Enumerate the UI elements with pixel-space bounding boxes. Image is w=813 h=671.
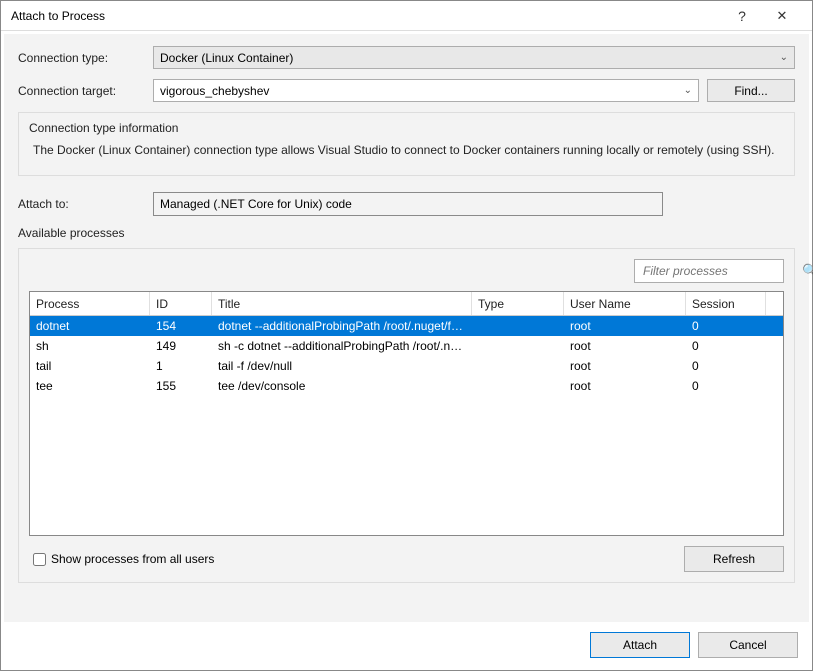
td-process: dotnet (30, 319, 150, 333)
td-session: 0 (686, 339, 766, 353)
td-process: sh (30, 339, 150, 353)
close-icon[interactable]: ✕ (762, 8, 802, 24)
td-user: root (564, 339, 686, 353)
filter-row: 🔍 ▾ (29, 259, 784, 283)
td-session: 0 (686, 359, 766, 373)
td-process: tee (30, 379, 150, 393)
show-all-users-label: Show processes from all users (51, 552, 214, 566)
attach-button[interactable]: Attach (590, 632, 690, 658)
td-id: 1 (150, 359, 212, 373)
dialog-content: Connection type: Docker (Linux Container… (3, 33, 810, 623)
table-body: dotnet154dotnet --additionalProbingPath … (30, 316, 783, 396)
connection-type-row: Connection type: Docker (Linux Container… (18, 46, 795, 69)
th-session[interactable]: Session (686, 292, 766, 315)
connection-target-value: vigorous_chebyshev (160, 84, 684, 98)
td-id: 155 (150, 379, 212, 393)
dialog-title: Attach to Process (11, 9, 722, 23)
th-process[interactable]: Process (30, 292, 150, 315)
td-id: 149 (150, 339, 212, 353)
table-row[interactable]: sh149sh -c dotnet --additionalProbingPat… (30, 336, 783, 356)
refresh-button[interactable]: Refresh (684, 546, 784, 572)
td-user: root (564, 379, 686, 393)
find-button[interactable]: Find... (707, 79, 795, 102)
processes-group: 🔍 ▾ Process ID Title Type User Name Sess… (18, 248, 795, 583)
td-process: tail (30, 359, 150, 373)
td-title: tail -f /dev/null (212, 359, 472, 373)
td-session: 0 (686, 319, 766, 333)
connection-target-label: Connection target: (18, 84, 153, 98)
td-title: tee /dev/console (212, 379, 472, 393)
attach-to-label: Attach to: (18, 197, 153, 211)
th-title[interactable]: Title (212, 292, 472, 315)
processes-bottom-row: Show processes from all users Refresh (29, 546, 784, 572)
help-icon[interactable]: ? (722, 8, 762, 24)
connection-type-value: Docker (Linux Container) (160, 51, 780, 65)
table-row[interactable]: tail1tail -f /dev/null root0 (30, 356, 783, 376)
chevron-down-icon: ⌄ (684, 85, 692, 96)
info-header: Connection type information (29, 121, 784, 135)
available-processes-label: Available processes (18, 226, 795, 240)
td-user: root (564, 319, 686, 333)
connection-target-row: Connection target: vigorous_chebyshev ⌄ … (18, 79, 795, 102)
attach-to-value: Managed (.NET Core for Unix) code (160, 197, 352, 211)
filter-text-input[interactable] (641, 263, 802, 279)
cancel-button[interactable]: Cancel (698, 632, 798, 658)
search-icon[interactable]: 🔍 (802, 263, 813, 279)
filter-input[interactable]: 🔍 ▾ (634, 259, 784, 283)
th-type[interactable]: Type (472, 292, 564, 315)
connection-type-info-group: Connection type information The Docker (… (18, 112, 795, 176)
td-title: sh -c dotnet --additionalProbingPath /ro… (212, 339, 472, 353)
attach-to-row: Attach to: Managed (.NET Core for Unix) … (18, 192, 795, 216)
th-user[interactable]: User Name (564, 292, 686, 315)
show-all-users-input[interactable] (33, 553, 46, 566)
td-session: 0 (686, 379, 766, 393)
td-title: dotnet --additionalProbingPath /root/.nu… (212, 319, 472, 333)
connection-type-label: Connection type: (18, 51, 153, 65)
td-id: 154 (150, 319, 212, 333)
table-header: Process ID Title Type User Name Session (30, 292, 783, 316)
table-row[interactable]: tee155tee /dev/console root0 (30, 376, 783, 396)
th-id[interactable]: ID (150, 292, 212, 315)
attach-to-field[interactable]: Managed (.NET Core for Unix) code (153, 192, 663, 216)
show-all-users-checkbox[interactable]: Show processes from all users (29, 550, 214, 569)
connection-target-dropdown[interactable]: vigorous_chebyshev ⌄ (153, 79, 699, 102)
info-text: The Docker (Linux Container) connection … (29, 143, 784, 157)
chevron-down-icon: ⌄ (780, 52, 788, 63)
footer-buttons: Attach Cancel (590, 632, 798, 658)
td-user: root (564, 359, 686, 373)
processes-table: Process ID Title Type User Name Session … (29, 291, 784, 536)
title-bar: Attach to Process ? ✕ (1, 1, 812, 31)
connection-type-dropdown[interactable]: Docker (Linux Container) ⌄ (153, 46, 795, 69)
table-row[interactable]: dotnet154dotnet --additionalProbingPath … (30, 316, 783, 336)
